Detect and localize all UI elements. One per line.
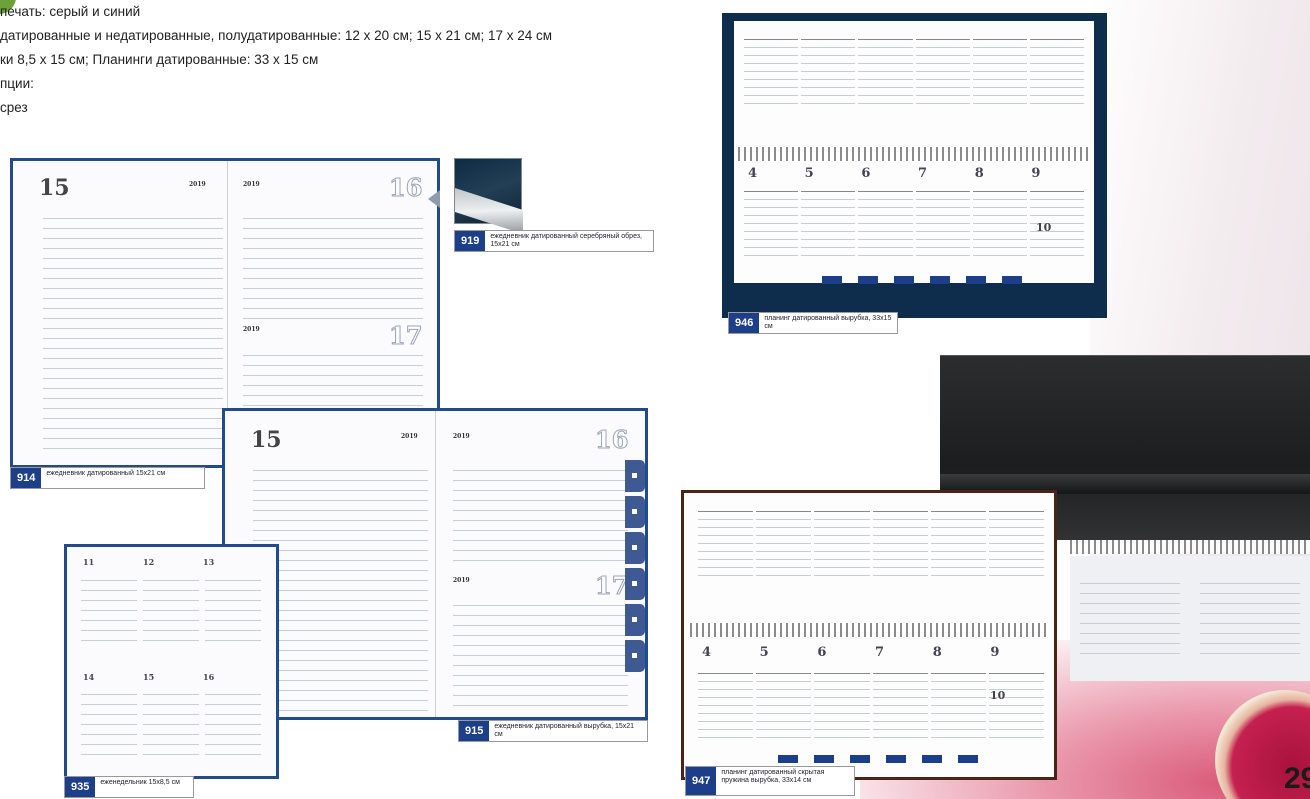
day-number: 5 [759, 645, 769, 660]
ruled-column [81, 685, 137, 755]
spiral-binding [690, 623, 1050, 637]
day-number: 14 [83, 672, 95, 682]
week-grid [744, 39, 1084, 109]
day-number: 15 [39, 175, 70, 201]
product-code: 914 [11, 468, 42, 488]
product-code: 915 [459, 721, 490, 741]
weekly-935-image: 11 12 13 14 15 16 [64, 544, 279, 779]
ruled-column [143, 571, 199, 646]
day-number: 6 [861, 166, 871, 181]
product-label-935: 935 еженедельник 15х8,5 см [64, 776, 194, 798]
ruled-page [453, 596, 628, 711]
year-label: 2019 [243, 326, 260, 333]
day-number: 10 [990, 689, 1006, 702]
year-label: 2019 [401, 433, 418, 440]
day-number: 7 [918, 166, 928, 181]
spiral-binding [738, 147, 1090, 161]
diary-spine [435, 411, 436, 717]
pad-sheet [1070, 556, 1310, 681]
ruled-page [1080, 574, 1180, 654]
week-grid [698, 511, 1044, 581]
product-label-946: 946 планинг датированный вырубка, 33х15 … [728, 312, 898, 334]
ruled-column [81, 571, 137, 646]
year-label: 2019 [243, 181, 260, 188]
product-code: 947 [686, 767, 717, 795]
day-number: 9 [1031, 166, 1041, 181]
year-label: 2019 [189, 181, 206, 188]
page-tab-marker [428, 190, 440, 208]
day-number: 8 [974, 166, 984, 181]
product-code: 919 [455, 231, 486, 251]
day-number: 4 [702, 645, 712, 660]
ruled-page [43, 209, 223, 454]
day-number: 15 [143, 672, 155, 682]
diary-919-cover-photo [454, 158, 523, 235]
planner-946-image: 4 5 6 7 8 9 10 [722, 13, 1107, 318]
day-number: 5 [804, 166, 814, 181]
month-tabs [778, 755, 978, 763]
product-code: 946 [729, 313, 760, 333]
product-description: планинг датированный вырубка, 33х15 см [764, 315, 892, 330]
day-number: 16 [203, 672, 215, 682]
day-number: 10 [1036, 221, 1052, 234]
day-number: 8 [932, 645, 942, 660]
day-number: 16 [388, 173, 423, 203]
day-number: 7 [875, 645, 885, 660]
ruled-page [1200, 574, 1300, 654]
day-number: 4 [748, 166, 758, 181]
product-description: ежедневник датированный серебряный обрез… [490, 233, 642, 248]
product-label-947: 947 планинг датированный скрытая пружина… [685, 766, 855, 796]
diary-915-image: 15 2019 2019 16 2019 17 [222, 408, 648, 720]
planner-947-image: 4 5 6 7 8 9 10 [681, 490, 1057, 780]
silver-edge [455, 187, 523, 235]
day-number: 11 [83, 557, 95, 567]
year-label: 2019 [453, 433, 470, 440]
ruled-page [253, 461, 428, 711]
info-line: печать: серый и синий [0, 4, 141, 19]
day-number: 16 [594, 425, 629, 455]
info-line: срез [0, 100, 28, 115]
day-number: 13 [203, 557, 215, 567]
info-line: ки 8,5 х 15 см; Планинги датированные: 3… [0, 52, 319, 67]
year-label: 2019 [453, 577, 470, 584]
ruled-page [453, 461, 628, 566]
planner-sheet: 4 5 6 7 8 9 10 [734, 21, 1094, 284]
day-number: 12 [143, 557, 155, 567]
month-index-tabs [625, 460, 645, 680]
product-code: 935 [65, 777, 96, 797]
product-label-914: 914 ежедневник датированный 15х21 см [10, 467, 205, 489]
page-number: 29 [1284, 762, 1310, 795]
week-grid [744, 191, 1084, 261]
spiral-binding [1070, 540, 1310, 554]
day-number: 6 [817, 645, 827, 660]
product-description: ежедневник датированный вырубка, 15х21 с… [494, 723, 635, 738]
product-description: планинг датированный скрытая пружина выр… [721, 769, 825, 784]
ruled-column [205, 571, 261, 646]
ruled-page [243, 209, 423, 319]
product-label-919: 919 ежедневник датированный серебряный о… [454, 230, 654, 252]
ruled-column [205, 685, 261, 755]
product-label-915: 915 ежедневник датированный вырубка, 15х… [458, 720, 648, 742]
month-tabs [822, 276, 1022, 284]
info-line: пции: [0, 76, 34, 91]
product-description: ежедневник датированный 15х21 см [46, 470, 166, 477]
product-description: еженедельник 15х8,5 см [100, 779, 180, 786]
ruled-column [143, 685, 199, 755]
info-line: датированные и недатированные, полудатир… [0, 28, 553, 43]
day-number: 9 [990, 645, 1000, 660]
week-grid [698, 673, 1044, 745]
day-number: 15 [251, 427, 282, 453]
